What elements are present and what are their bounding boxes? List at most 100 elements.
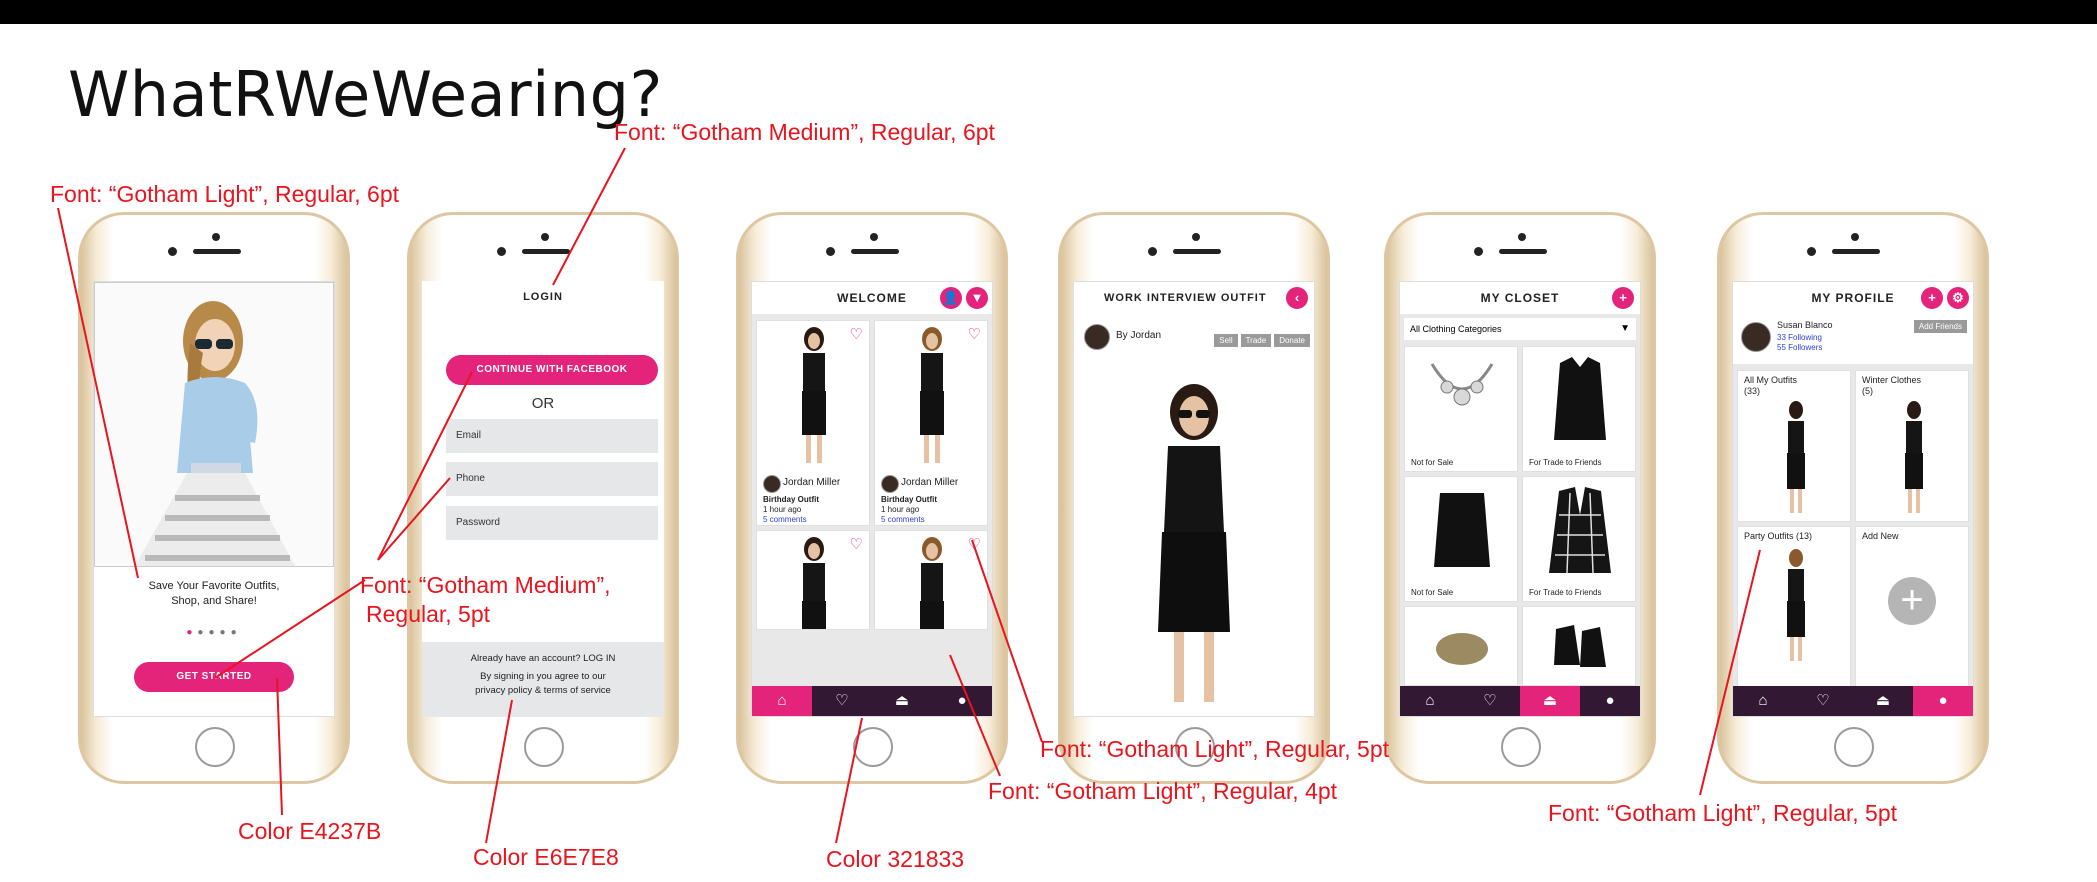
hanger-icon[interactable]: ⏏ xyxy=(1853,686,1913,716)
feed-card[interactable]: ♡ xyxy=(756,530,870,630)
chat-icon[interactable]: ♡ xyxy=(1793,686,1853,716)
user-icon[interactable]: ● xyxy=(932,686,992,716)
home-icon[interactable]: ⌂ xyxy=(1400,686,1460,716)
profile-icon[interactable]: 👤 xyxy=(940,287,962,309)
outfit-image xyxy=(1158,384,1230,702)
chat-icon[interactable]: ♡ xyxy=(812,686,872,716)
closet-item[interactable]: Not for Sale xyxy=(1404,346,1518,472)
heart-icon[interactable]: ♡ xyxy=(968,325,981,343)
chat-icon[interactable]: ♡ xyxy=(1460,686,1520,716)
camera xyxy=(1474,247,1483,256)
user-icon[interactable]: ● xyxy=(1913,686,1973,716)
camera xyxy=(1148,247,1157,256)
home-button[interactable] xyxy=(195,727,235,767)
phone-outfit: WORK INTERVIEW OUTFIT ‹ By Jordan Sell Tr… xyxy=(1058,212,1330,784)
post-outfit: Birthday Outfit xyxy=(763,495,819,504)
post-meta: Birthday Outfit 1 hour ago 5 comments xyxy=(881,495,937,525)
album-card[interactable]: All My Outfits (33) xyxy=(1737,370,1851,522)
page-title: WhatRWeWearing? xyxy=(68,58,663,131)
add-icon[interactable]: + xyxy=(1612,287,1634,309)
album-card[interactable]: Party Outfits (13) xyxy=(1737,526,1851,688)
home-button[interactable] xyxy=(1501,727,1541,767)
user-avatar[interactable] xyxy=(763,475,781,493)
item-status: Not for Sale xyxy=(1411,588,1454,597)
home-icon[interactable]: ⌂ xyxy=(752,686,812,716)
user-avatar[interactable] xyxy=(881,475,899,493)
page-indicator[interactable]: ●●●●● xyxy=(94,627,334,638)
facebook-button[interactable]: CONTINUE WITH FACEBOOK xyxy=(446,355,658,385)
avatar[interactable] xyxy=(1741,322,1771,352)
phone-welcome: WELCOME 👤 ▼ ♡ Jordan Miller Birthday Out… xyxy=(736,212,1008,784)
page-dot[interactable]: ● xyxy=(208,627,219,638)
annotation-line-1: Font: “Gotham Medium”, xyxy=(360,572,611,598)
outfit-figure xyxy=(802,537,826,629)
tagline-line-1: Save Your Favorite Outfits, xyxy=(148,580,280,592)
user-icon[interactable]: ● xyxy=(1580,686,1640,716)
closet-item[interactable]: Not for Sale xyxy=(1404,476,1518,602)
back-icon[interactable]: ‹ xyxy=(1286,287,1308,309)
add-friends-button[interactable]: Add Friends xyxy=(1913,320,1967,333)
sensor-dot xyxy=(1192,233,1200,241)
author-avatar[interactable] xyxy=(1084,324,1110,350)
heart-icon[interactable]: ♡ xyxy=(850,325,863,343)
terms-line-2[interactable]: privacy policy & terms of service xyxy=(422,684,664,698)
sensor-dot xyxy=(1851,233,1859,241)
album-cover xyxy=(1787,401,1805,513)
plus-icon[interactable]: + xyxy=(1888,577,1936,625)
hat-image xyxy=(1436,633,1488,665)
following-count[interactable]: 33 Following xyxy=(1777,333,1822,342)
speaker xyxy=(193,249,241,254)
password-field[interactable]: Password xyxy=(446,506,658,540)
camera xyxy=(168,247,177,256)
profile-info: Susan Blanco 33 Following 55 Followers A… xyxy=(1733,314,1973,364)
home-button[interactable] xyxy=(1834,727,1874,767)
outfit-header: WORK INTERVIEW OUTFIT xyxy=(1074,282,1314,314)
trade-button[interactable]: Trade xyxy=(1240,334,1272,347)
heart-icon[interactable]: ♡ xyxy=(850,535,863,553)
page-dot[interactable]: ● xyxy=(231,627,242,638)
sell-button[interactable]: Sell xyxy=(1214,334,1238,347)
add-icon[interactable]: + xyxy=(1921,287,1943,309)
bottom-nav: ⌂ ♡ ⏏ ● xyxy=(1733,686,1973,716)
closet-item[interactable]: For Trade to Friends xyxy=(1522,476,1636,602)
page-dot[interactable]: ● xyxy=(220,627,231,638)
followers-count[interactable]: 55 Followers xyxy=(1777,343,1822,352)
login-header: LOGIN xyxy=(422,281,664,313)
closet-item[interactable] xyxy=(1404,606,1518,686)
home-button[interactable] xyxy=(524,727,564,767)
closet-item[interactable] xyxy=(1522,606,1636,686)
phone-profile: MY PROFILE + ⚙ Susan Blanco 33 Following… xyxy=(1717,212,1989,784)
feed-card[interactable]: ♡ xyxy=(874,530,988,630)
outfit-actions: Sell Trade Donate xyxy=(1211,330,1310,348)
post-outfit: Birthday Outfit xyxy=(881,495,937,504)
hanger-icon[interactable]: ⏏ xyxy=(872,686,932,716)
phone-field[interactable]: Phone xyxy=(446,462,658,496)
outfit-author[interactable]: By Jordan xyxy=(1116,330,1161,341)
category-select[interactable]: All Clothing Categories ▼ xyxy=(1404,318,1636,340)
post-meta: Birthday Outfit 1 hour ago 5 comments xyxy=(763,495,819,525)
email-field[interactable]: Email xyxy=(446,419,658,453)
page-dot-active[interactable]: ● xyxy=(186,627,197,638)
heart-icon[interactable]: ♡ xyxy=(968,535,981,553)
home-icon[interactable]: ⌂ xyxy=(1733,686,1793,716)
gear-icon[interactable]: ⚙ xyxy=(1947,287,1969,309)
page-dot[interactable]: ● xyxy=(197,627,208,638)
post-user[interactable]: Jordan Miller xyxy=(783,477,840,488)
login-link[interactable]: Already have an account? LOG IN xyxy=(422,652,664,666)
post-comments[interactable]: 5 comments xyxy=(881,515,937,525)
hanger-icon[interactable]: ⏏ xyxy=(1520,686,1580,716)
album-card[interactable]: Winter Clothes (5) xyxy=(1855,370,1969,522)
home-button[interactable] xyxy=(853,727,893,767)
donate-button[interactable]: Donate xyxy=(1274,334,1310,347)
filter-icon[interactable]: ▼ xyxy=(966,287,988,309)
get-started-button[interactable]: GET STARTED xyxy=(134,662,294,692)
annotation-color-nav: Color 321833 xyxy=(826,846,965,872)
add-album-card[interactable]: Add New + xyxy=(1855,526,1969,688)
feed-card[interactable]: ♡ Jordan Miller Birthday Outfit 1 hour a… xyxy=(874,320,988,526)
album-cover xyxy=(1905,401,1923,513)
feed-card[interactable]: ♡ Jordan Miller Birthday Outfit 1 hour a… xyxy=(756,320,870,526)
chevron-down-icon[interactable]: ▼ xyxy=(1620,318,1630,340)
post-comments[interactable]: 5 comments xyxy=(763,515,819,525)
closet-item[interactable]: For Trade to Friends xyxy=(1522,346,1636,472)
post-user[interactable]: Jordan Miller xyxy=(901,477,958,488)
